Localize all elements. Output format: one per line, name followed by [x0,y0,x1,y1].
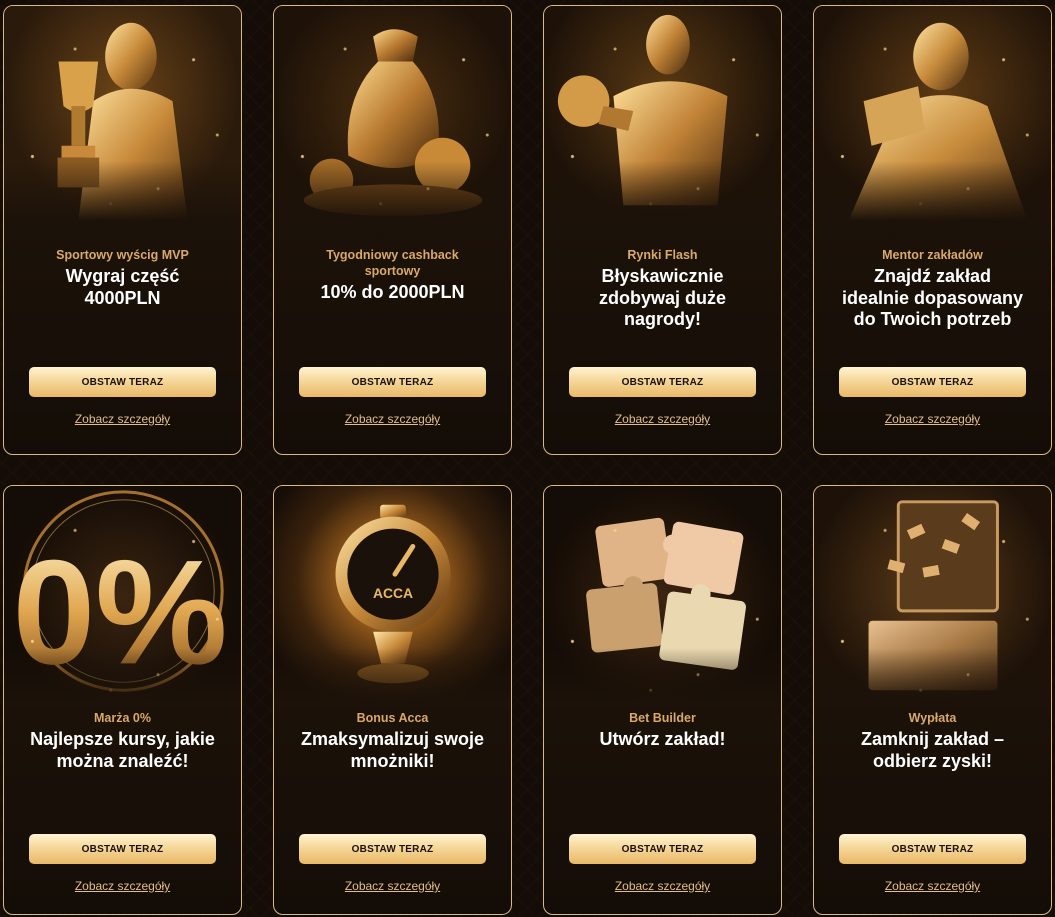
bet-now-button[interactable]: OBSTAW TERAZ [569,367,756,397]
promo-card-flash-markets: Rynki Flash Błyskawicznie zdobywaj duże … [543,5,782,455]
promo-card-zero-margin: 0% Marża 0% Najlepsze kursy, jakie można… [3,485,242,915]
promo-subtitle: Rynki Flash [627,248,698,262]
bet-now-button[interactable]: OBSTAW TERAZ [839,367,1026,397]
promo-headline: Utwórz zakład! [599,729,726,749]
see-details-link[interactable]: Zobacz szczegóły [75,412,170,426]
promo-headline: Błyskawicznie zdobywaj duże nagrody! [598,266,726,329]
promo-card-bet-builder: Bet Builder Utwórz zakład! OBSTAW TERAZ … [543,485,782,915]
bet-now-button[interactable]: OBSTAW TERAZ [569,834,756,864]
promo-headline: Wygraj część 4000PLN [65,266,180,308]
promo-card-bet-mentor: Mentor zakładów Znajdź zakład idealnie d… [813,5,1052,455]
promo-headline: 10% do 2000PLN [320,282,465,302]
promo-art: 0% [4,486,241,708]
promo-card-weekly-cashback: Tygodniowy cashback sportowy 10% do 2000… [273,5,512,455]
see-details-link[interactable]: Zobacz szczegóły [615,879,710,893]
see-details-link[interactable]: Zobacz szczegóły [615,412,710,426]
bet-now-button[interactable]: OBSTAW TERAZ [299,367,486,397]
promo-art [544,486,781,708]
promo-card-acca-bonus: ACCA Bonus Acca Zmaksymalizuj swoje mnoż… [273,485,512,915]
see-details-link[interactable]: Zobacz szczegóły [345,879,440,893]
bet-now-button[interactable]: OBSTAW TERAZ [299,834,486,864]
promo-subtitle: Sportowy wyścig MVP [56,248,189,262]
bet-now-button[interactable]: OBSTAW TERAZ [29,834,216,864]
promo-headline: Zmaksymalizuj swoje mnożniki! [300,729,485,771]
promo-art [4,6,241,221]
promo-subtitle: Marża 0% [94,711,151,725]
promo-art [814,486,1051,708]
promo-art: ACCA [274,486,511,708]
promo-subtitle: Tygodniowy cashback sportowy [326,248,459,278]
promo-art [814,6,1051,221]
see-details-link[interactable]: Zobacz szczegóły [885,879,980,893]
promo-subtitle: Bonus Acca [356,711,429,725]
acca-label: ACCA [373,585,413,601]
see-details-link[interactable]: Zobacz szczegóły [885,412,980,426]
promo-subtitle: Wypłata [908,711,957,725]
promo-headline: Zamknij zakład – odbierz zyski! [860,729,1005,771]
bet-now-button[interactable]: OBSTAW TERAZ [29,367,216,397]
see-details-link[interactable]: Zobacz szczegóły [75,879,170,893]
promo-card-cashout: Wypłata Zamknij zakład – odbierz zyski! … [813,485,1052,915]
promo-subtitle: Mentor zakładów [882,248,983,262]
promo-art [544,6,781,221]
promo-subtitle: Bet Builder [629,711,696,725]
promotions-grid: Sportowy wyścig MVP Wygraj część 4000PLN… [3,5,1052,915]
bet-now-button[interactable]: OBSTAW TERAZ [839,834,1026,864]
promo-art [274,6,511,221]
see-details-link[interactable]: Zobacz szczegóły [345,412,440,426]
acca-gauge-icon: ACCA [335,504,451,684]
promo-headline: Najlepsze kursy, jakie można znaleźć! [30,729,215,771]
promo-headline: Znajdź zakład idealnie dopasowany do Two… [841,266,1024,329]
promo-card-mvp-race: Sportowy wyścig MVP Wygraj część 4000PLN… [3,5,242,455]
